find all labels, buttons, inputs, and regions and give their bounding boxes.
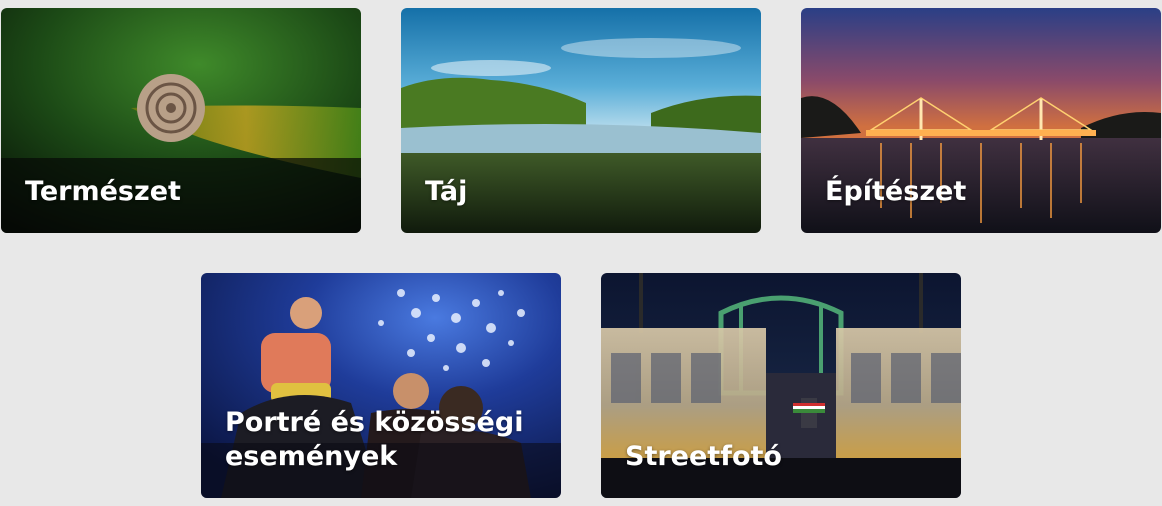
category-card-portre[interactable]: Portré és közösségi események <box>201 273 561 498</box>
category-card-termeszet[interactable]: Természet <box>1 8 361 233</box>
category-label: Természet <box>25 176 181 207</box>
category-card-taj[interactable]: Táj <box>401 8 761 233</box>
category-label: Táj <box>425 176 468 207</box>
category-card-epiteszet[interactable]: Építészet <box>801 8 1161 233</box>
category-label: Építészet <box>825 176 967 207</box>
category-label: Streetfotó <box>625 441 782 472</box>
category-card-streetfoto[interactable]: Streetfotó <box>601 273 961 498</box>
category-label-line-2: események <box>225 441 398 472</box>
category-label-line-1: Portré és közösségi <box>225 407 524 438</box>
category-label: Portré és közösségi események <box>225 406 541 474</box>
